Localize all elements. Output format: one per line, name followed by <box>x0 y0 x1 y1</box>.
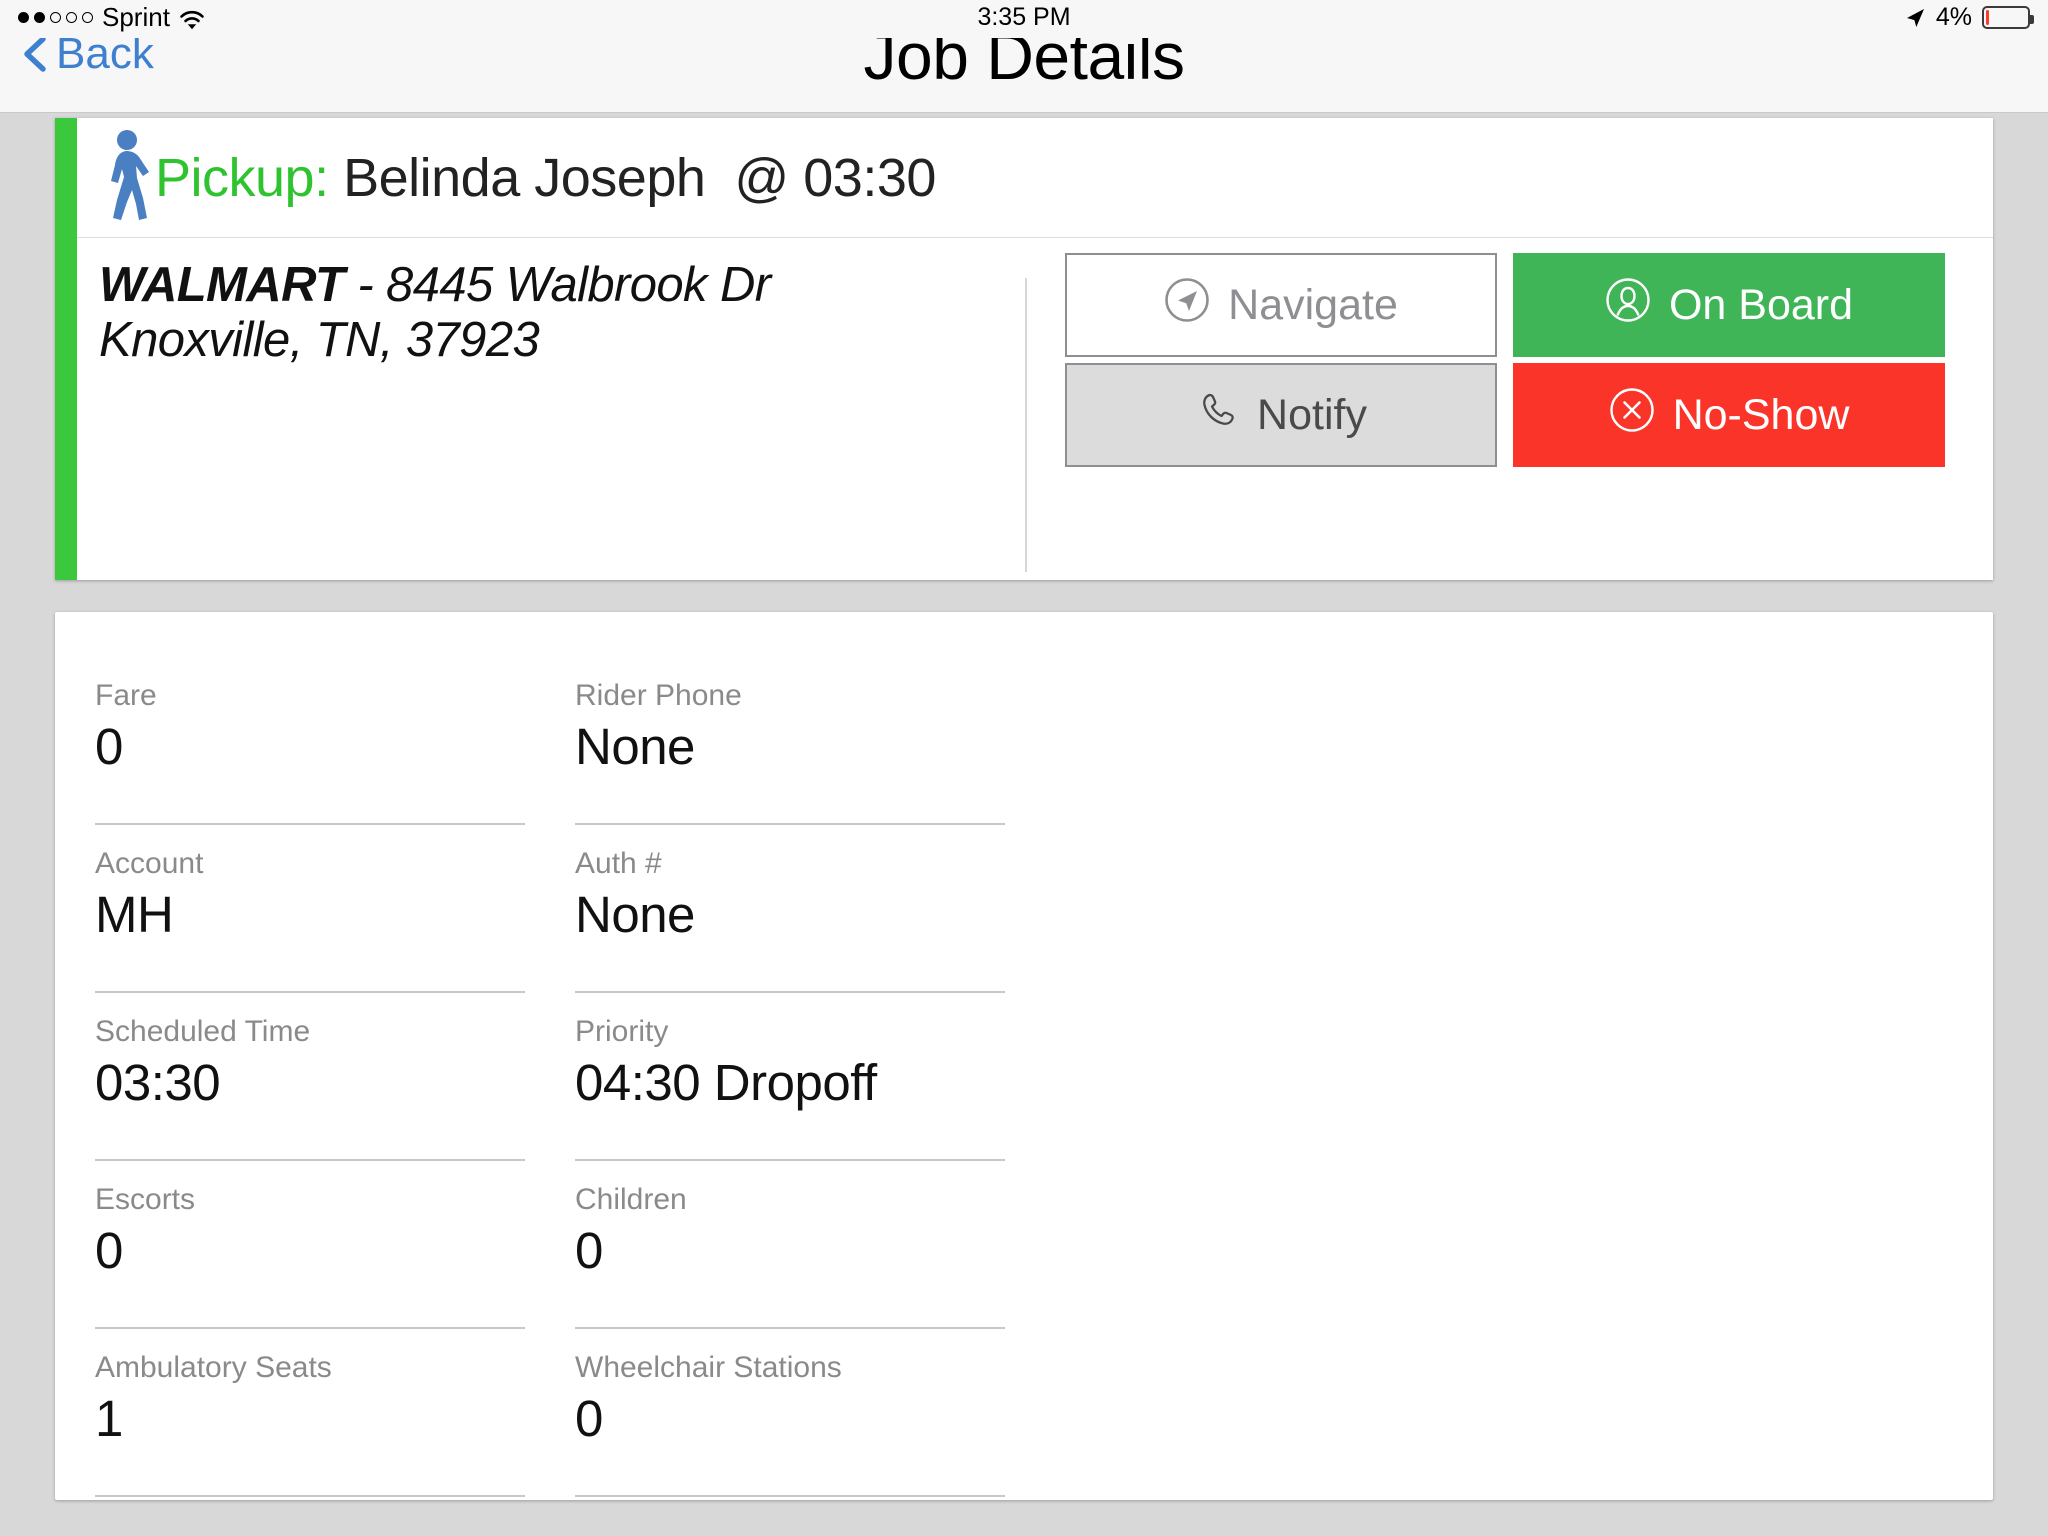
details-field-row: Ambulatory Seats 1 Wheelchair Stations 0 <box>95 1329 1055 1497</box>
status-bar-right: 4% <box>1904 3 2034 32</box>
navigate-arrow-circle-icon <box>1164 277 1210 334</box>
job-details-card: Fare 0 Rider Phone None Account MH Auth # None S… <box>55 612 1993 1500</box>
field-value: 0 <box>95 718 123 775</box>
pickup-header-text: Pickup: Belinda Joseph @ 03:30 <box>155 147 936 209</box>
street-address: - 8445 Walbrook Dr <box>344 258 771 312</box>
field-label: Wheelchair Stations <box>575 1351 842 1384</box>
field-label: Priority <box>575 1015 669 1048</box>
status-bar-clock: 3:35 PM <box>977 3 1071 31</box>
field-label: Fare <box>95 679 157 712</box>
job-summary-card: Pickup: Belinda Joseph @ 03:30 WALMART -… <box>55 118 1993 580</box>
pedestrian-icon <box>99 128 155 224</box>
navigate-button-label: Navigate <box>1228 280 1398 329</box>
pickup-accent-bar <box>55 118 77 580</box>
field-value: 03:30 <box>95 1054 221 1111</box>
no-show-button-label: No-Show <box>1672 390 1850 439</box>
notify-button[interactable]: Notify <box>1065 363 1497 467</box>
field-label: Escorts <box>95 1183 196 1216</box>
field-value: 0 <box>95 1222 123 1279</box>
field-label: Account <box>95 847 204 880</box>
on-board-button[interactable]: On Board <box>1513 253 1945 357</box>
battery-icon <box>1982 6 2034 29</box>
details-field-row: Account MH Auth # None <box>95 825 1055 993</box>
battery-percent-label: 4% <box>1935 3 1972 31</box>
pickup-address[interactable]: WALMART - 8445 Walbrook Dr Knoxville, TN… <box>99 258 999 368</box>
location-arrow-icon <box>1904 7 1926 29</box>
person-circle-icon <box>1605 277 1651 334</box>
at-separator: @ <box>734 147 789 208</box>
details-field: Escorts 0 <box>95 1161 525 1329</box>
navigate-button[interactable]: Navigate <box>1065 253 1497 357</box>
field-value: 1 <box>95 1390 123 1447</box>
details-field-row: Fare 0 Rider Phone None <box>95 657 1055 825</box>
details-field-row: Escorts 0 Children 0 <box>95 1161 1055 1329</box>
pickup-time: 03:30 <box>803 147 936 208</box>
details-field: Scheduled Time 03:30 <box>95 993 525 1161</box>
field-value: None <box>575 718 695 775</box>
details-field: Children 0 <box>575 1161 1005 1329</box>
field-label: Ambulatory Seats <box>95 1351 332 1384</box>
pickup-label: Pickup: <box>155 147 329 208</box>
address-line-1: WALMART - 8445 Walbrook Dr <box>99 258 999 313</box>
no-show-button[interactable]: No-Show <box>1513 363 1945 467</box>
details-field-row: Scheduled Time 03:30 Priority 04:30 Dropoff <box>95 993 1055 1161</box>
field-value: 0 <box>575 1222 603 1279</box>
status-bar: Sprint 3:35 PM 4% <box>0 0 2048 38</box>
field-value: None <box>575 886 695 943</box>
details-field-grid: Fare 0 Rider Phone None Account MH Auth # None S… <box>95 657 1055 1497</box>
field-value: 04:30 Dropoff <box>575 1054 877 1111</box>
address-line-2: Knoxville, TN, 37923 <box>99 312 540 367</box>
details-field: Rider Phone None <box>575 657 1005 825</box>
details-field: Ambulatory Seats 1 <box>95 1329 525 1497</box>
rider-name: Belinda Joseph <box>343 147 706 208</box>
details-field: Auth # None <box>575 825 1005 993</box>
x-circle-icon <box>1609 387 1655 444</box>
details-field: Account MH <box>95 825 525 993</box>
field-label: Rider Phone <box>575 679 742 712</box>
phone-handset-icon <box>1195 388 1239 443</box>
details-field: Wheelchair Stations 0 <box>575 1329 1005 1497</box>
field-value: 0 <box>575 1390 603 1447</box>
field-label: Scheduled Time <box>95 1015 311 1048</box>
card-vertical-divider <box>1025 278 1027 572</box>
notify-button-label: Notify <box>1257 390 1367 439</box>
field-value: MH <box>95 886 174 943</box>
field-label: Children <box>575 1183 687 1216</box>
job-action-buttons: Navigate On Board Notify No-Show <box>1065 253 1945 467</box>
on-board-button-label: On Board <box>1668 280 1854 329</box>
details-field: Fare 0 <box>95 657 525 825</box>
details-field: Priority 04:30 Dropoff <box>575 993 1005 1161</box>
pickup-header-row: Pickup: Belinda Joseph @ 03:30 <box>77 118 1993 238</box>
field-label: Auth # <box>575 847 662 880</box>
business-name: WALMART <box>99 258 345 312</box>
